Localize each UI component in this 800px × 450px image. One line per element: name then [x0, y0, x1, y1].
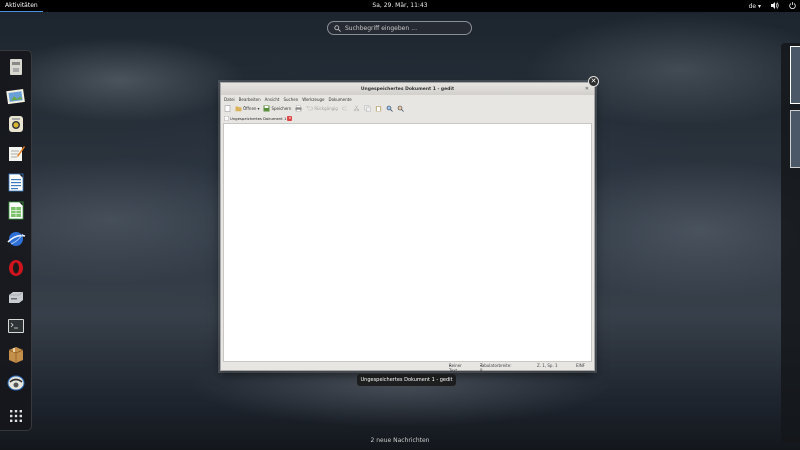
save-button[interactable]: Speichern	[263, 105, 291, 112]
close-icon[interactable]: ✕	[585, 86, 589, 92]
dash	[0, 50, 32, 431]
save-icon	[263, 105, 270, 112]
rhythmbox-icon[interactable]	[5, 113, 27, 135]
window-titlebar[interactable]: Ungespeichertes Dokument 1 - gedit ✕	[221, 83, 594, 95]
tab-label: Ungespeichertes Dokument 1	[230, 115, 287, 121]
keyboard-layout-label: de	[748, 2, 757, 10]
archive-manager-icon[interactable]	[5, 343, 27, 365]
copy-icon[interactable]	[364, 105, 371, 112]
top-bar: Aktivitäten Sa, 29. Mär, 11:43 de ▾	[0, 0, 800, 12]
folder-icon	[235, 106, 242, 112]
disk-utility-icon[interactable]	[5, 286, 27, 308]
calc-icon[interactable]	[5, 199, 27, 221]
toolbar: Öffnen ▾ Speichern Rückgängig	[221, 103, 594, 114]
tab-document[interactable]: Ungespeichertes Dokument 1 ✕	[224, 115, 293, 121]
menu-tools[interactable]: Werkzeuge	[302, 97, 324, 102]
window-close-button[interactable]: ✕	[588, 76, 599, 87]
window-caption: Ungespeichertes Dokument 1 - gedit	[357, 374, 456, 386]
status-bar: Reiner Text ▾ Tabulatorbreite: 8 ▾ Z. 1,…	[221, 361, 594, 373]
save-label: Speichern	[271, 106, 292, 111]
text-editor-icon[interactable]	[5, 142, 27, 164]
terminal-icon[interactable]	[5, 315, 27, 337]
opera-icon[interactable]	[5, 257, 27, 279]
undo-button[interactable]: Rückgängig	[306, 105, 338, 112]
menu-documents[interactable]: Dokumente	[329, 97, 352, 102]
syntax-selector[interactable]: Reiner Text ▾	[449, 363, 462, 373]
system-tray: de ▾	[749, 0, 796, 12]
show-applications-icon[interactable]	[5, 405, 27, 427]
workspace-thumbnail[interactable]	[790, 46, 800, 104]
search-icon[interactable]	[386, 105, 393, 112]
ekiga-icon[interactable]	[5, 372, 27, 394]
search-input[interactable]	[345, 24, 465, 32]
undo-label: Rückgängig	[314, 106, 338, 111]
browser-icon[interactable]	[5, 228, 27, 250]
workspace-switcher	[781, 43, 800, 443]
menu-search[interactable]: Suchen	[283, 97, 298, 102]
text-editor-area[interactable]	[223, 123, 592, 362]
notification-summary[interactable]: 2 neue Nachrichten	[0, 437, 800, 444]
menu-file[interactable]: Datei	[224, 97, 235, 102]
cut-icon[interactable]	[353, 105, 360, 112]
undo-icon	[306, 105, 314, 111]
gedit-window[interactable]: Ungespeichertes Dokument 1 - gedit ✕ Dat…	[220, 82, 595, 373]
open-button[interactable]: Öffnen ▾	[235, 105, 259, 112]
menu-bar: Datei Bearbeiten Ansicht Suchen Werkzeug…	[221, 95, 594, 103]
search-replace-icon[interactable]	[397, 105, 404, 112]
menu-edit[interactable]: Bearbeiten	[239, 97, 261, 102]
document-icon	[224, 115, 229, 121]
insert-mode: EINF	[576, 363, 585, 368]
close-icon[interactable]: ✕	[287, 115, 293, 121]
print-icon[interactable]	[295, 105, 302, 112]
tab-bar: Ungespeichertes Dokument 1 ✕	[221, 114, 594, 122]
writer-icon[interactable]	[5, 171, 27, 193]
tab-width-label: Tabulatorbreite: 8	[480, 363, 512, 373]
redo-icon[interactable]	[342, 105, 349, 112]
power-icon[interactable]	[789, 1, 796, 11]
files-app-icon[interactable]	[5, 56, 27, 78]
cursor-position: Z. 1, Sp. 1	[537, 363, 558, 368]
chevron-down-icon: ▾	[757, 2, 761, 10]
keyboard-layout-indicator[interactable]: de ▾	[749, 3, 761, 10]
chevron-down-icon[interactable]: ▾	[257, 106, 259, 111]
search-icon	[334, 24, 341, 32]
tab-width-selector[interactable]: Tabulatorbreite: 8 ▾	[480, 363, 512, 373]
clock[interactable]: Sa, 29. Mär, 11:43	[372, 2, 427, 9]
new-document-icon[interactable]	[224, 105, 231, 112]
syntax-label: Reiner Text	[449, 363, 462, 373]
image-viewer-icon[interactable]	[5, 85, 27, 107]
activities-button[interactable]: Aktivitäten	[0, 0, 43, 12]
open-label: Öffnen	[243, 106, 257, 111]
search-box[interactable]	[327, 21, 472, 35]
clock-area: Sa, 29. Mär, 11:43	[0, 0, 800, 12]
paste-icon[interactable]	[375, 105, 382, 112]
menu-view[interactable]: Ansicht	[265, 97, 280, 102]
volume-icon[interactable]	[771, 1, 779, 11]
window-title: Ungespeichertes Dokument 1 - gedit	[360, 86, 455, 92]
workspace-thumbnail[interactable]	[790, 110, 800, 168]
notification-text[interactable]: 2 neue Nachrichten	[371, 437, 430, 444]
